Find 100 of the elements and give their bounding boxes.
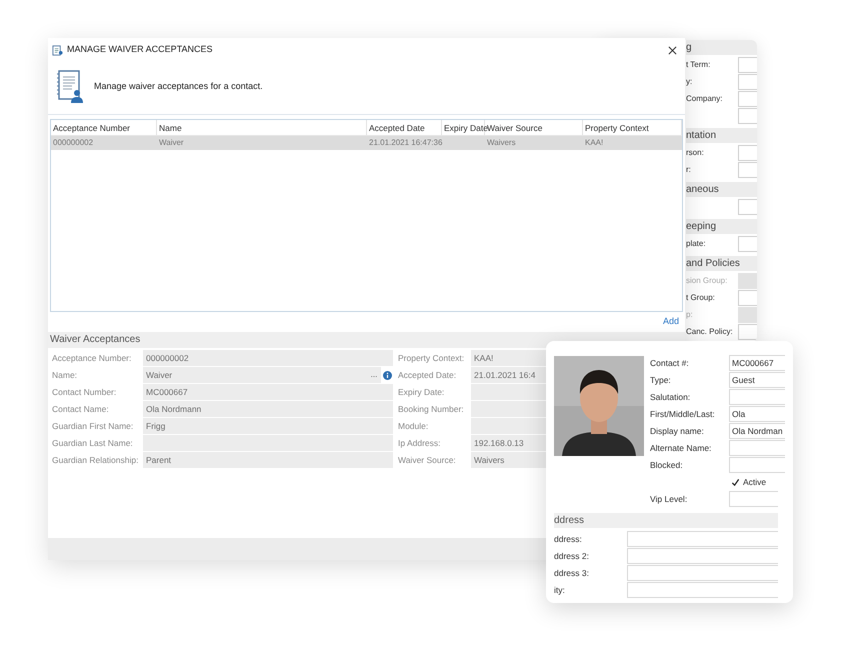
input-field[interactable]: Guest xyxy=(729,372,785,388)
input-field[interactable]: Waiver xyxy=(143,367,367,383)
field-label: Accepted Date: xyxy=(398,368,458,382)
input-field[interactable] xyxy=(738,199,757,215)
description-text: Manage waiver acceptances for a contact. xyxy=(94,80,263,94)
input-field[interactable] xyxy=(729,491,778,507)
input-field[interactable]: Ola Nordmann xyxy=(143,401,393,417)
table-cell-text: KAA! xyxy=(584,137,604,149)
input-field[interactable] xyxy=(627,548,778,564)
input-field[interactable]: 192.168.0.13 xyxy=(471,435,546,451)
input-field[interactable]: Parent xyxy=(143,452,393,468)
field-label: Company: xyxy=(686,93,722,105)
field-label: ddress 2: xyxy=(554,550,590,562)
checkbox-label: Active xyxy=(743,476,766,488)
check-icon xyxy=(731,478,740,486)
field-label: p: xyxy=(686,309,693,321)
input-field[interactable]: Ola Nordman xyxy=(729,423,785,439)
document-user-icon xyxy=(56,70,84,104)
field-label: Display name: xyxy=(650,424,705,438)
field-label: Waiver Source: xyxy=(398,454,457,466)
field-label: Vip Level: xyxy=(650,492,688,506)
input-field[interactable] xyxy=(627,531,778,547)
table-cell-text: 21.01.2021 16:47:36 xyxy=(368,137,442,149)
input-field[interactable]: Waivers xyxy=(471,452,546,468)
input-field[interactable] xyxy=(627,582,778,598)
field-label: sion Group: xyxy=(686,275,728,287)
field-label: t Term: xyxy=(686,59,710,71)
field-label: Guardian Relationship: xyxy=(52,454,140,466)
input-field[interactable]: KAA! xyxy=(471,350,546,366)
field-label: ity: xyxy=(554,584,566,596)
input-field[interactable]: Ola xyxy=(729,406,785,422)
input-field[interactable] xyxy=(471,418,546,434)
input-field[interactable] xyxy=(729,440,785,456)
section-header: Waiver Acceptances xyxy=(48,332,685,348)
input-field[interactable]: MC000667 xyxy=(143,384,393,400)
input-field[interactable] xyxy=(738,162,757,178)
input-field[interactable] xyxy=(471,401,546,417)
section-header: eeping xyxy=(686,219,757,234)
section-header: aneous xyxy=(686,182,757,197)
input-field[interactable] xyxy=(471,384,546,400)
field-label: Expiry Date: xyxy=(398,386,446,398)
field-label: Booking Number: xyxy=(398,402,465,416)
input-field[interactable] xyxy=(729,389,785,405)
field-label: Ip Address: xyxy=(398,436,442,450)
column-header[interactable]: Name xyxy=(157,120,367,135)
field-label: rson: xyxy=(686,147,704,159)
field-label: Blocked: xyxy=(650,458,684,472)
field-label: Module: xyxy=(398,420,430,432)
input-field[interactable] xyxy=(738,324,757,340)
field-label: t Group: xyxy=(686,292,715,304)
field-label: Type: xyxy=(650,374,672,386)
checkbox[interactable] xyxy=(731,478,740,486)
column-header[interactable]: Property Context xyxy=(583,120,682,135)
document-icon xyxy=(52,44,63,56)
section-header: g xyxy=(686,40,757,55)
field-value: 192.168.0.13 xyxy=(474,436,525,450)
browse-button[interactable]: ... xyxy=(367,367,381,383)
section-header: ntation xyxy=(686,128,757,143)
input-field[interactable] xyxy=(738,74,757,90)
field-label: Contact Name: xyxy=(52,402,110,416)
input-field[interactable] xyxy=(738,290,757,306)
field-value: Waivers xyxy=(474,454,506,466)
close-icon xyxy=(668,46,677,54)
field-label: Guardian First Name: xyxy=(52,420,134,432)
input-field[interactable] xyxy=(738,57,757,73)
column-header[interactable]: Expiry Date xyxy=(442,120,485,135)
input-field[interactable] xyxy=(627,565,778,581)
input-field[interactable]: 21.01.2021 16:4 xyxy=(471,367,546,383)
field-label: First/Middle/Last: xyxy=(650,408,716,420)
field-label: Contact #: xyxy=(650,356,690,370)
field-value: 000000002 xyxy=(146,352,190,364)
field-label: Alternate Name: xyxy=(650,442,712,454)
field-value: MC000667 xyxy=(146,386,189,398)
input-field[interactable] xyxy=(738,108,757,124)
field-value: Frigg xyxy=(146,420,166,432)
add-link[interactable]: Add xyxy=(662,315,679,329)
field-value: Ola Nordmann xyxy=(146,402,202,416)
table-cell-text: 000000002 xyxy=(52,137,94,149)
input-field[interactable] xyxy=(738,236,757,252)
field-label: Guardian Last Name: xyxy=(52,436,134,450)
window-title: MANAGE WAIVER ACCEPTANCES xyxy=(67,43,214,56)
input-field[interactable] xyxy=(738,145,757,161)
field-label: ddress: xyxy=(554,532,583,546)
field-value: Waiver xyxy=(146,368,174,382)
table-cell-text: Waiver xyxy=(158,137,185,149)
field-label: y: xyxy=(686,76,692,88)
input-field[interactable] xyxy=(738,91,757,107)
field-label: Salutation: xyxy=(650,390,692,404)
field-label: Acceptance Number: xyxy=(52,352,132,364)
input-field[interactable]: MC000667 xyxy=(729,355,785,371)
input-field[interactable]: 000000002 xyxy=(143,350,393,366)
field-value: 21.01.2021 16:4 xyxy=(474,368,536,382)
column-header[interactable]: Accepted Date xyxy=(367,120,442,135)
input-field[interactable]: Frigg xyxy=(143,418,393,434)
field-label: plate: xyxy=(686,238,706,250)
column-header[interactable]: Acceptance Number xyxy=(51,120,157,135)
field-label: Contact Number: xyxy=(52,386,118,398)
field-label: ddress 3: xyxy=(554,566,590,580)
input-field[interactable] xyxy=(729,457,785,473)
table-row[interactable]: 000000002 Waiver 21.01.2021 16:47:36 Waivers KAA! xyxy=(51,136,682,150)
